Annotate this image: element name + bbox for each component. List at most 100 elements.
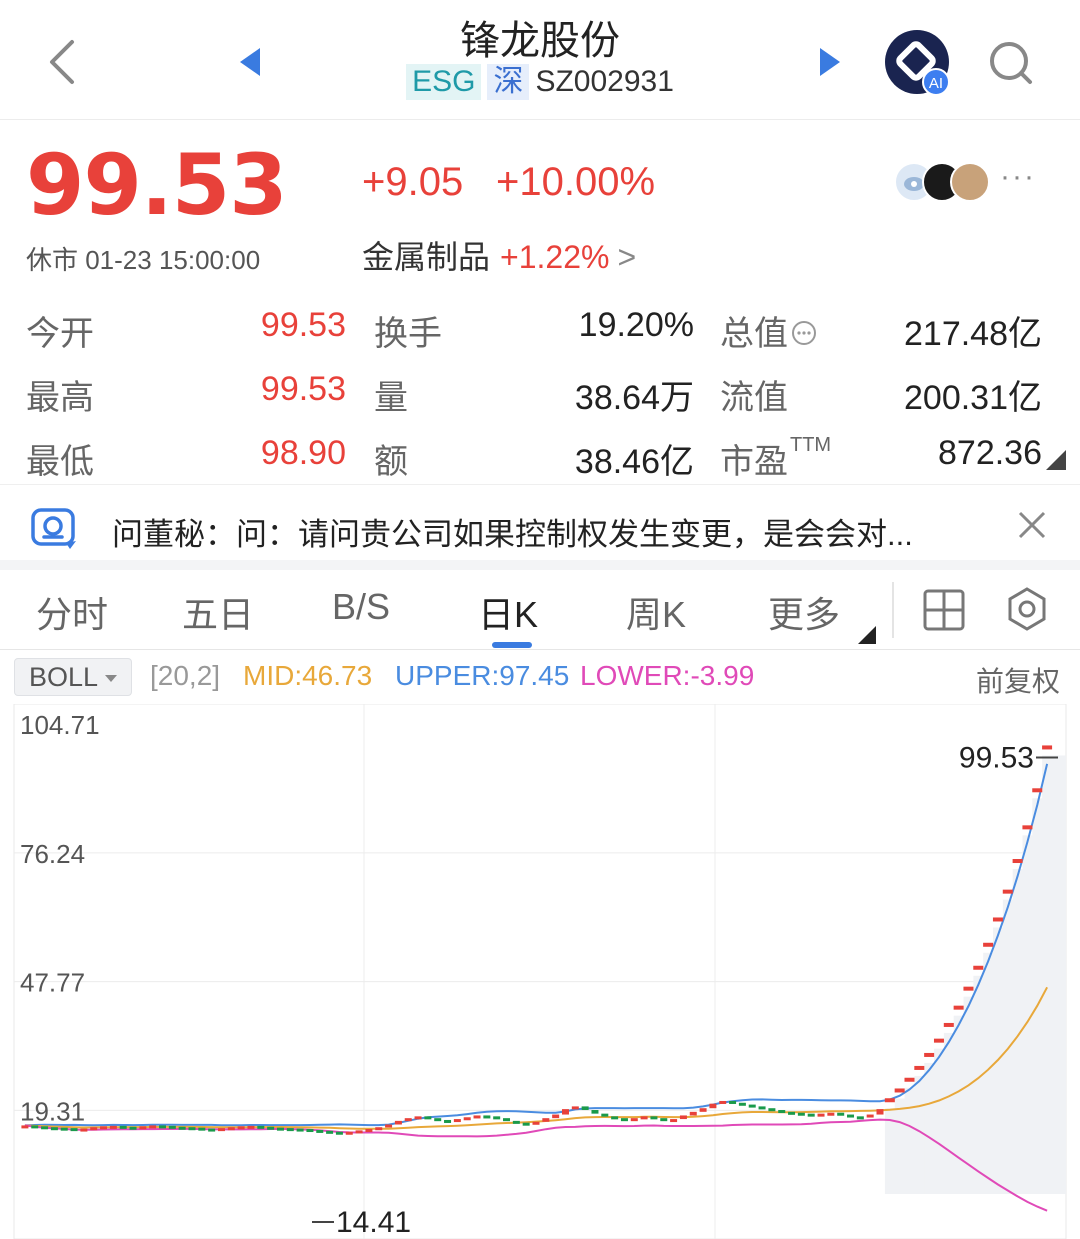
close-icon[interactable] — [1014, 507, 1050, 543]
volume-label: 量 — [374, 379, 408, 417]
candle — [561, 1109, 569, 1115]
candle — [109, 1125, 117, 1129]
expand-stats-icon[interactable] — [1046, 450, 1066, 470]
boll-lower: LOWER:-3.99 — [580, 660, 755, 691]
candle — [992, 917, 1003, 922]
indicator-select[interactable]: BOLL — [14, 658, 132, 696]
y-tick-label: 19.31 — [20, 1096, 85, 1126]
sector-pct: +1.22% — [500, 239, 610, 275]
chart-period-tabs: 分时 五日 B/S 日K 周K 更多 — [0, 572, 1080, 650]
back-icon[interactable] — [44, 38, 80, 86]
tab-weekly-k[interactable]: 周K — [626, 586, 686, 638]
candle — [267, 1126, 275, 1130]
notice-text: 问董秘：问：请问贵公司如果控制权发生变更，是会会对... — [112, 517, 913, 552]
candle — [963, 986, 974, 991]
candle — [493, 1116, 501, 1120]
candle — [847, 1114, 855, 1118]
candle — [807, 1113, 815, 1117]
candle — [778, 1110, 786, 1114]
candle — [866, 1114, 874, 1118]
more-dropdown-icon — [858, 626, 876, 644]
candle — [286, 1128, 294, 1132]
y-tick-label: 104.71 — [20, 710, 100, 740]
candle — [198, 1127, 206, 1131]
candle — [188, 1127, 196, 1131]
candle — [483, 1115, 491, 1119]
boll-mid-line — [24, 986, 1048, 1130]
info-dots-icon[interactable] — [790, 319, 818, 347]
candle — [70, 1128, 78, 1132]
candle — [375, 1127, 383, 1131]
chevron-down-icon — [105, 675, 117, 682]
sector-link[interactable]: 金属制品 +1.22% > — [362, 232, 636, 278]
grid-layout-icon[interactable] — [922, 588, 966, 632]
kline-chart[interactable]: 104.71 76.24 47.77 19.31 99.53 14.41 — [0, 704, 1080, 1239]
candle — [1032, 788, 1043, 793]
candle — [797, 1112, 805, 1116]
board-secretary-notice[interactable]: 问董秘：问：请问贵公司如果控制权发生变更，是会会对... — [0, 484, 1080, 570]
social-avatars[interactable] — [894, 162, 994, 202]
candle — [943, 1022, 954, 1027]
stock-name: 锋龙股份 — [460, 18, 620, 64]
float-cap-label: 流值 — [720, 379, 788, 417]
candle — [168, 1125, 176, 1129]
ai-badge: AI — [922, 68, 950, 96]
amount-label: 额 — [374, 443, 408, 481]
boll-upper: UPPER:97.45 — [395, 660, 570, 691]
candle — [444, 1119, 452, 1123]
candle — [414, 1116, 422, 1120]
tab-intraday[interactable]: 分时 — [36, 586, 108, 638]
candle — [788, 1111, 796, 1115]
candle — [276, 1127, 284, 1131]
candle — [679, 1115, 687, 1120]
candle — [709, 1103, 717, 1109]
candle — [21, 1125, 29, 1129]
candle — [404, 1118, 412, 1122]
tab-buy-sell[interactable]: B/S — [332, 586, 390, 628]
candle — [237, 1126, 245, 1130]
candle — [335, 1131, 343, 1135]
volume-value: 38.64万 — [574, 379, 694, 417]
candle — [247, 1125, 255, 1129]
candle — [90, 1127, 98, 1131]
tab-daily-k[interactable]: 日K — [478, 586, 538, 638]
candle — [394, 1120, 402, 1125]
qa-icon — [31, 508, 76, 549]
top-nav-bar: 锋龙股份 ESG 深 SZ002931 AI — [0, 0, 1080, 120]
market-cap-value: 217.48亿 — [904, 315, 1042, 353]
candle — [532, 1121, 540, 1125]
candle — [738, 1102, 746, 1106]
candle — [326, 1130, 334, 1134]
prev-stock-icon[interactable] — [240, 48, 260, 76]
candle — [50, 1127, 58, 1131]
candle — [139, 1126, 147, 1130]
chevron-right-icon: > — [617, 239, 637, 275]
y-tick-label: 47.77 — [20, 968, 85, 998]
candle — [1022, 825, 1033, 830]
tab-more[interactable]: 更多 — [768, 586, 840, 638]
more-options-icon[interactable]: ··· — [1000, 160, 1036, 194]
candle — [41, 1126, 49, 1130]
pe-value: 872.36 — [938, 434, 1042, 472]
low-value: 98.90 — [260, 434, 346, 472]
low-label: 最低 — [26, 443, 94, 481]
candle — [630, 1118, 638, 1122]
candle — [257, 1125, 265, 1129]
candle — [729, 1100, 737, 1104]
esg-tag[interactable]: ESG — [406, 64, 482, 100]
price-adjust-mode[interactable]: 前复权 — [976, 660, 1060, 700]
stock-code: SZ002931 — [535, 65, 674, 98]
settings-icon[interactable] — [1004, 586, 1050, 632]
open-label: 今开 — [26, 315, 94, 353]
open-value: 99.53 — [260, 306, 346, 344]
amount-value: 38.46亿 — [574, 443, 694, 481]
candle — [768, 1108, 776, 1112]
tab-five-day[interactable]: 五日 — [182, 586, 254, 638]
candle — [365, 1129, 373, 1133]
next-stock-icon[interactable] — [820, 48, 840, 76]
active-tab-indicator — [492, 642, 532, 648]
candle — [670, 1119, 678, 1123]
candle — [227, 1127, 235, 1131]
sector-name: 金属制品 — [362, 239, 491, 275]
search-icon[interactable] — [988, 40, 1034, 86]
